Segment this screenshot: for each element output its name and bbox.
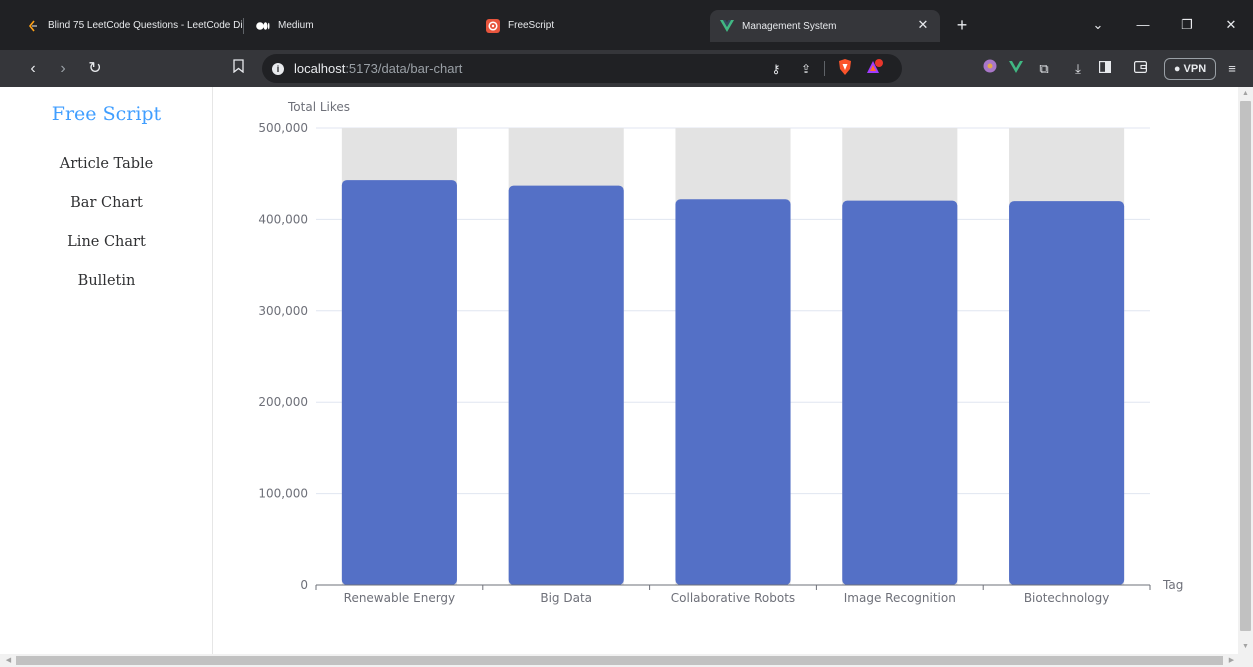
vertical-scrollbar[interactable]: ▲ ▼	[1238, 87, 1253, 654]
tab-title: Management System	[742, 20, 837, 32]
vue-devtools-icon[interactable]	[1006, 59, 1026, 79]
reload-button[interactable]: ↻	[84, 58, 106, 80]
tab-title: Blind 75 LeetCode Questions - LeetCode D…	[48, 20, 242, 31]
tab-leetcode[interactable]: Blind 75 LeetCode Questions - LeetCode D…	[16, 10, 242, 41]
tab-management-system[interactable]: Management System ✕	[710, 10, 940, 42]
y-tick-label: 0	[300, 578, 308, 592]
scroll-right-arrow-icon[interactable]: ▶	[1225, 656, 1238, 666]
sidebar-toggle-icon[interactable]	[1095, 59, 1115, 79]
scroll-up-arrow-icon[interactable]: ▲	[1239, 89, 1252, 99]
bookmark-icon[interactable]	[227, 58, 249, 80]
vpn-label: VPN	[1183, 63, 1207, 75]
minimize-button[interactable]: —	[1132, 14, 1154, 36]
x-tick-label: Big Data	[540, 591, 592, 605]
close-tab-icon[interactable]: ✕	[916, 18, 930, 32]
sidebar-item-bar-chart[interactable]: Bar Chart	[0, 195, 213, 211]
new-tab-button[interactable]: +	[951, 14, 973, 36]
brand-title[interactable]: Free Script	[0, 103, 213, 125]
forward-button[interactable]: ›	[52, 58, 74, 80]
scroll-left-arrow-icon[interactable]: ◀	[2, 656, 15, 666]
freescript-icon	[486, 18, 500, 33]
bar	[842, 200, 958, 585]
url-host: localhost	[294, 61, 346, 76]
extensions-puzzle-icon[interactable]: ⧉	[1034, 59, 1054, 79]
browser-toolbar: ‹ › ↻ i localhost:5173/data/bar-chart ⚷ …	[0, 50, 1253, 87]
address-bar[interactable]: i localhost:5173/data/bar-chart ⚷ ⇪	[262, 54, 902, 83]
extension-purple-icon[interactable]	[980, 59, 1000, 79]
x-tick-label: Renewable Energy	[344, 591, 456, 605]
sidebar-item-bulletin[interactable]: Bulletin	[0, 273, 213, 289]
tab-medium[interactable]: Medium	[246, 10, 472, 41]
y-tick-label: 300,000	[258, 304, 308, 318]
vpn-button[interactable]: ● VPN	[1164, 58, 1216, 80]
x-tick-label: Collaborative Robots	[671, 591, 795, 605]
download-icon[interactable]: ⤓	[1068, 59, 1088, 79]
y-tick-label: 200,000	[258, 395, 308, 409]
vertical-scroll-thumb[interactable]	[1240, 101, 1251, 631]
horizontal-scroll-thumb[interactable]	[16, 656, 1223, 665]
omnibox-divider	[824, 61, 825, 76]
x-axis-name: Tag	[1162, 578, 1183, 592]
browser-tab-strip: Blind 75 LeetCode Questions - LeetCode D…	[0, 0, 1253, 50]
x-tick-label: Biotechnology	[1024, 591, 1110, 605]
page-content: Free Script Article Table Bar Chart Line…	[0, 87, 1238, 654]
y-tick-label: 400,000	[258, 212, 308, 226]
bar	[675, 199, 791, 585]
y-tick-label: 500,000	[258, 121, 308, 135]
bar	[508, 185, 624, 585]
horizontal-scrollbar[interactable]: ◀ ▶	[0, 654, 1253, 667]
tab-freescript[interactable]: FreeScript	[476, 10, 702, 41]
vpn-dot-icon: ●	[1173, 63, 1181, 75]
tab-title: Medium	[278, 20, 314, 31]
sidebar-nav: Free Script Article Table Bar Chart Line…	[0, 87, 213, 654]
y-tick-label: 100,000	[258, 487, 308, 501]
brave-rewards-icon[interactable]	[865, 59, 885, 79]
vue-icon	[720, 19, 734, 33]
sidebar-item-article-table[interactable]: Article Table	[0, 156, 213, 172]
tab-separator	[243, 18, 244, 34]
tab-search-chevron-icon[interactable]: ⌄	[1087, 14, 1109, 36]
key-icon[interactable]: ⚷	[766, 59, 786, 79]
back-button[interactable]: ‹	[22, 58, 44, 80]
menu-icon[interactable]: ≡	[1222, 59, 1242, 79]
sidebar-item-line-chart[interactable]: Line Chart	[0, 234, 213, 250]
leetcode-icon	[26, 19, 40, 33]
share-icon[interactable]: ⇪	[796, 59, 816, 79]
close-window-button[interactable]: ✕	[1220, 14, 1242, 36]
restore-button[interactable]: ❐	[1176, 14, 1198, 36]
x-tick-label: Image Recognition	[844, 591, 956, 605]
tab-title: FreeScript	[508, 20, 555, 31]
bar-chart: 0 100,000 200,000 300,000 400,000 500,000 Tota…	[258, 100, 1183, 605]
bar	[341, 180, 457, 585]
bar	[1009, 201, 1125, 585]
url-path: :5173/data/bar-chart	[345, 61, 463, 76]
wallet-icon[interactable]	[1130, 59, 1150, 79]
y-axis-name: Total Likes	[287, 100, 350, 114]
brave-shields-icon[interactable]	[835, 59, 855, 79]
scroll-down-arrow-icon[interactable]: ▼	[1239, 642, 1252, 652]
site-info-icon[interactable]: i	[272, 62, 284, 75]
medium-icon	[256, 19, 270, 33]
